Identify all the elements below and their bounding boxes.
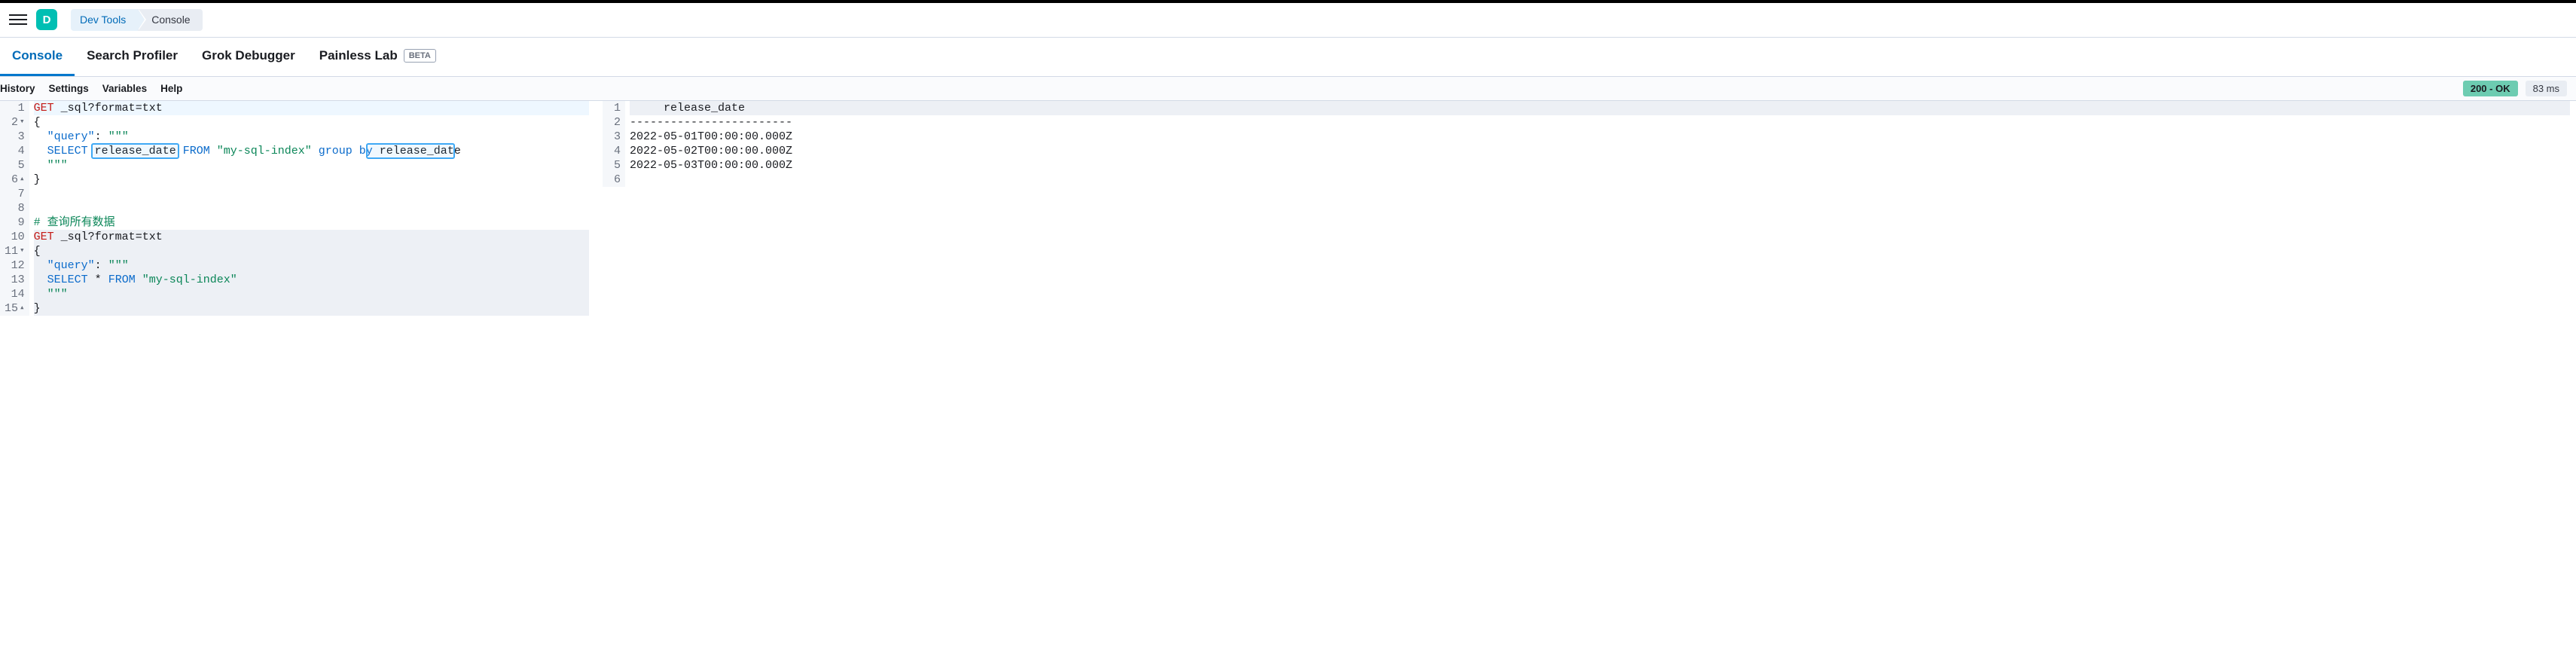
editor-split: 12▾3456▴7891011▾12131415▴ GET _sql?forma…	[0, 100, 2576, 316]
tab-painless-lab[interactable]: Painless Lab BETA	[307, 38, 448, 76]
console-toolbar: History Settings Variables Help 200 - OK…	[0, 76, 2576, 100]
response-code: release_date ------------------------202…	[625, 101, 2576, 187]
status-badge: 200 - OK	[2463, 81, 2518, 96]
subtab-variables[interactable]: Variables	[102, 78, 147, 99]
subtab-settings[interactable]: Settings	[49, 78, 89, 99]
pane-splitter[interactable]	[595, 101, 603, 316]
tab-search-profiler[interactable]: Search Profiler	[75, 38, 190, 76]
tab-painless-lab-label: Painless Lab	[319, 48, 398, 63]
breadcrumb: Dev Tools Console	[71, 9, 203, 31]
breadcrumb-console[interactable]: Console	[138, 9, 202, 31]
field-highlight	[366, 143, 454, 159]
tab-grok-debugger[interactable]: Grok Debugger	[190, 38, 307, 76]
devtools-tabs: Console Search Profiler Grok Debugger Pa…	[0, 37, 2576, 76]
app-header: D Dev Tools Console	[0, 3, 2576, 37]
beta-badge: BETA	[404, 49, 436, 63]
timing-badge: 83 ms	[2526, 81, 2567, 96]
request-gutter: 12▾3456▴7891011▾12131415▴	[0, 101, 29, 316]
subtab-help[interactable]: Help	[160, 78, 182, 99]
request-code[interactable]: GET _sql?format=txt{ "query": """ SELECT…	[29, 101, 595, 316]
nav-toggle-icon[interactable]	[9, 11, 27, 29]
request-editor[interactable]: 12▾3456▴7891011▾12131415▴ GET _sql?forma…	[0, 101, 595, 316]
space-logo[interactable]: D	[36, 9, 57, 30]
tab-console[interactable]: Console	[0, 38, 75, 76]
field-highlight	[91, 143, 179, 159]
response-gutter: 123456	[603, 101, 625, 187]
breadcrumb-devtools[interactable]: Dev Tools	[71, 9, 138, 31]
subtab-history[interactable]: History	[0, 78, 35, 99]
response-editor[interactable]: 123456 release_date --------------------…	[603, 101, 2576, 316]
